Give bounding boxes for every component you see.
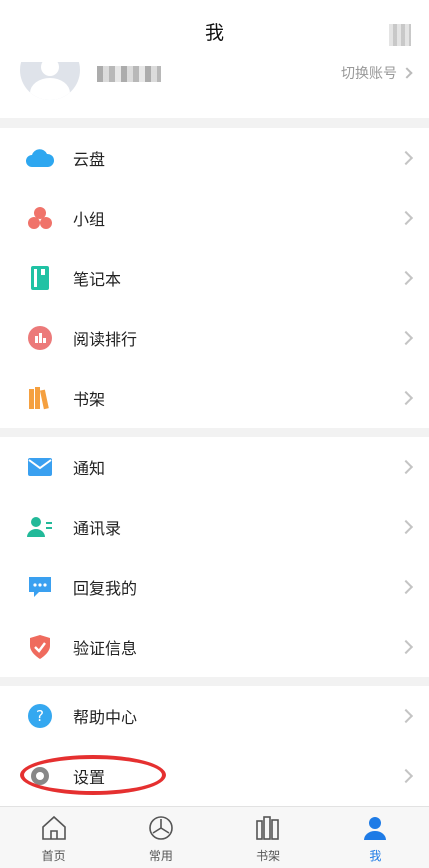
reading-rank-icon (25, 323, 55, 353)
svg-text:?: ? (36, 707, 44, 725)
chevron-right-icon (401, 67, 413, 79)
chevron-right-icon (398, 150, 414, 166)
home-icon (40, 815, 68, 845)
tab-label: 常用 (148, 849, 173, 863)
cloud-icon (25, 143, 55, 173)
qr-code-icon[interactable] (389, 24, 411, 46)
menu-item-label: 验证信息 (73, 639, 138, 658)
menu-item-settings[interactable]: 设置 (0, 746, 429, 806)
chevron-right-icon (398, 390, 414, 406)
menu-item-label: 阅读排行 (73, 330, 138, 349)
mail-icon (25, 452, 55, 482)
menu-section-apps: 云盘 小组 笔记本 阅读排行 书架 (0, 128, 429, 428)
chevron-right-icon (398, 708, 414, 724)
menu-item-notification[interactable]: 通知 (0, 437, 429, 497)
chevron-right-icon (398, 459, 414, 475)
menu-item-contacts[interactable]: 通讯录 (0, 497, 429, 557)
menu-item-bookshelf[interactable]: 书架 (0, 368, 429, 428)
menu-item-label: 云盘 (73, 150, 106, 169)
menu-item-label: 小组 (73, 210, 106, 229)
tab-label: 我 (369, 849, 382, 863)
menu-item-label: 回复我的 (73, 579, 138, 598)
user-name-blurred (97, 66, 161, 82)
bookshelf-icon (25, 383, 55, 413)
switch-account-link[interactable]: 切换账号 (341, 62, 413, 84)
tab-home[interactable]: 首页 (0, 807, 107, 868)
menu-section-messages: 通知 通讯录 回复我的 验证信息 (0, 437, 429, 677)
chevron-right-icon (398, 768, 414, 784)
menu-item-label: 通知 (73, 459, 106, 478)
group-icon (25, 203, 55, 233)
tab-bookshelf[interactable]: 书架 (215, 807, 322, 868)
tab-me[interactable]: 我 (322, 807, 429, 868)
menu-item-label: 帮助中心 (73, 708, 138, 727)
notebook-icon (25, 263, 55, 293)
chevron-right-icon (398, 579, 414, 595)
tab-label: 书架 (256, 849, 281, 863)
menu-section-support: ? 帮助中心 设置 (0, 686, 429, 806)
menu-item-verification[interactable]: 验证信息 (0, 617, 429, 677)
bookshelf-tab-icon (254, 815, 282, 845)
user-icon (361, 815, 389, 845)
top-bar: 我 (0, 0, 429, 62)
chevron-right-icon (398, 210, 414, 226)
menu-item-help-center[interactable]: ? 帮助中心 (0, 686, 429, 746)
menu-item-replies[interactable]: 回复我的 (0, 557, 429, 617)
contacts-icon (25, 512, 55, 542)
page-title: 我 (204, 21, 224, 44)
profile-card[interactable]: 切换账号 (0, 62, 429, 118)
chevron-right-icon (398, 330, 414, 346)
menu-item-group[interactable]: 小组 (0, 188, 429, 248)
tab-frequent[interactable]: 常用 (107, 807, 214, 868)
shield-check-icon (25, 632, 55, 662)
bottom-tab-bar: 首页 常用 书架 我 (0, 806, 429, 868)
help-icon: ? (25, 701, 55, 731)
switch-account-label: 切换账号 (341, 66, 397, 82)
chat-bubble-icon (25, 572, 55, 602)
menu-item-label: 通讯录 (73, 519, 122, 538)
frequent-icon (147, 815, 175, 845)
menu-item-label: 设置 (73, 768, 106, 787)
menu-item-cloud[interactable]: 云盘 (0, 128, 429, 188)
menu-item-label: 笔记本 (73, 270, 122, 289)
menu-item-reading-rank[interactable]: 阅读排行 (0, 308, 429, 368)
menu-item-notebook[interactable]: 笔记本 (0, 248, 429, 308)
settings-icon (25, 761, 55, 791)
chevron-right-icon (398, 639, 414, 655)
chevron-right-icon (398, 270, 414, 286)
tab-label: 首页 (41, 849, 66, 863)
chevron-right-icon (398, 519, 414, 535)
menu-item-label: 书架 (73, 390, 106, 409)
avatar[interactable] (20, 62, 80, 100)
